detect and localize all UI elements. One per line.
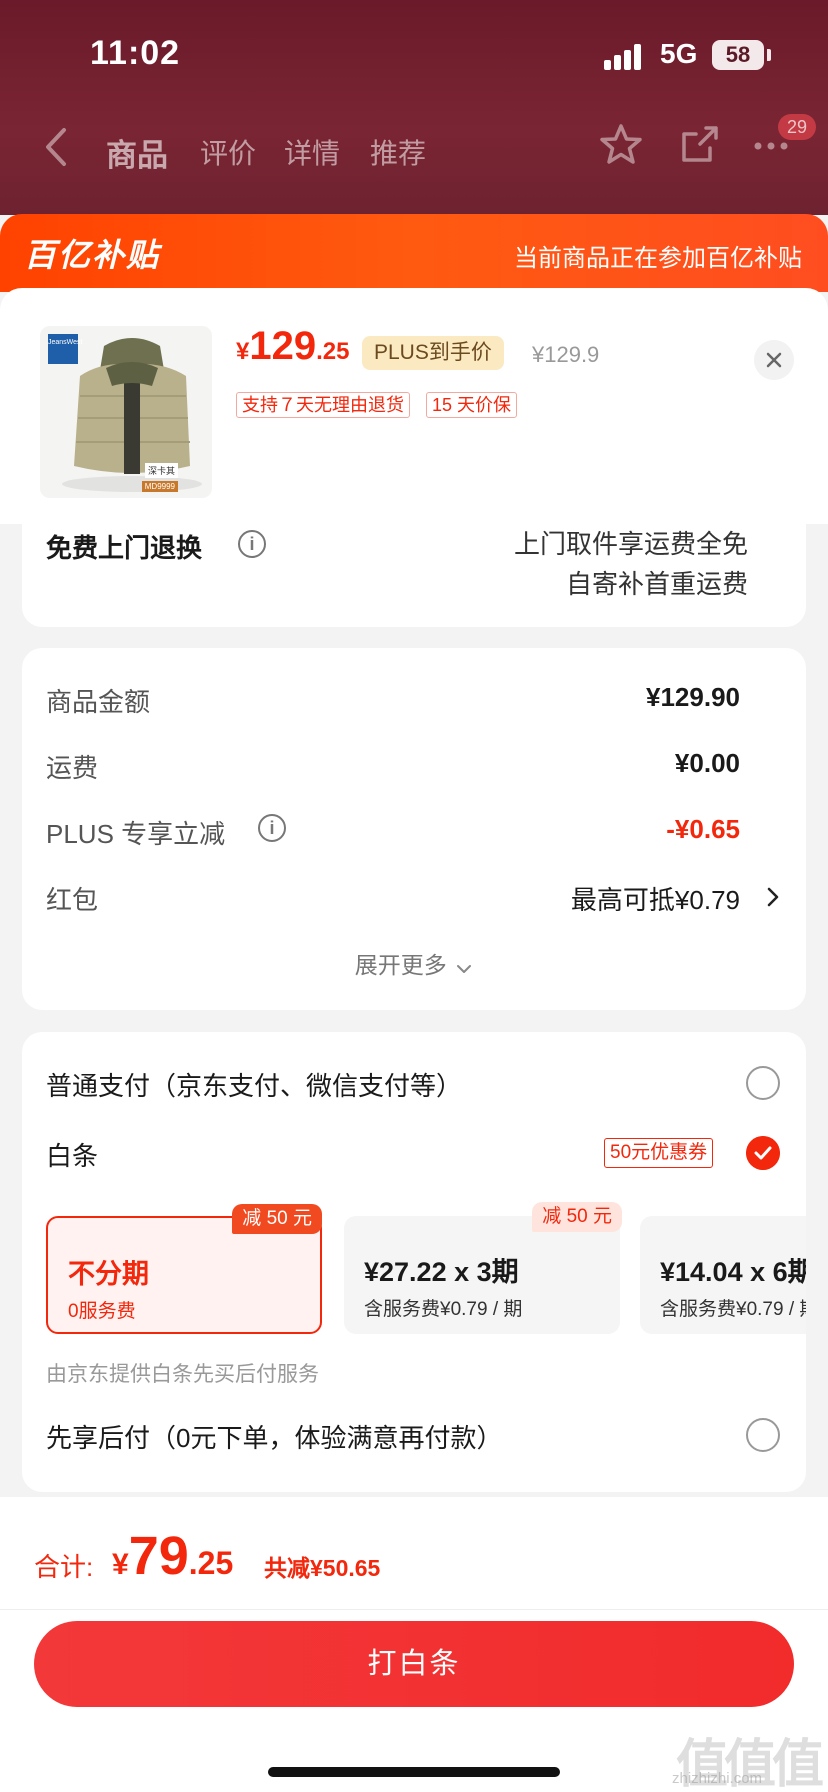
plan-6-installments[interactable]: ¥14.04 x 6期 含服务费¥0.79 / 期 bbox=[640, 1216, 806, 1334]
status-bar: 11:02 5G 58 bbox=[0, 0, 828, 110]
tab-details[interactable]: 详情 bbox=[284, 132, 340, 172]
brand-logo: JeansWest bbox=[48, 334, 83, 364]
plan-fee: 含服务费¥0.79 / 期 bbox=[660, 1299, 806, 1320]
chevron-right-icon[interactable] bbox=[764, 884, 782, 910]
status-time: 11:02 bbox=[90, 34, 181, 72]
baitiao-coupon-tag: 50元优惠券 bbox=[604, 1138, 714, 1168]
pay-later-radio[interactable] bbox=[746, 1418, 780, 1452]
total-discount: 共减¥50.65 bbox=[264, 1555, 381, 1581]
watermark-url: zhizhizhi.com bbox=[672, 1770, 763, 1787]
total-decimal: .25 bbox=[188, 1545, 234, 1581]
total-currency: ¥ bbox=[112, 1548, 129, 1581]
return-policy-tag: 支持７天无理由退货 bbox=[236, 392, 410, 418]
tab-reviews[interactable]: 评价 bbox=[200, 132, 256, 172]
plan-discount-badge: 减 50 元 bbox=[532, 1202, 622, 1232]
total-integer: 79 bbox=[128, 1526, 189, 1586]
chevron-down-icon bbox=[457, 964, 472, 973]
plan-fee: 含服务费¥0.79 / 期 bbox=[364, 1299, 523, 1320]
battery-tip bbox=[767, 49, 771, 61]
plan-title: ¥27.22 x 3期 bbox=[364, 1257, 519, 1287]
pay-later-label[interactable]: 先享后付（0元下单，体验满意再付款） bbox=[46, 1418, 502, 1455]
plan-discount-badge: 减 50 元 bbox=[232, 1204, 322, 1234]
return-service-label: 免费上门退换 bbox=[46, 533, 203, 563]
plus-discount-value: -¥0.65 bbox=[666, 814, 740, 844]
network-label: 5G bbox=[660, 38, 698, 69]
return-service-line2: 自寄补首重运费 bbox=[565, 569, 748, 599]
return-service-line1: 上门取件享运费全免 bbox=[513, 529, 748, 559]
share-icon[interactable] bbox=[676, 122, 722, 168]
plan-no-installment[interactable]: 减 50 元 不分期 0服务费 bbox=[46, 1204, 322, 1334]
image-color-label: 深卡其 bbox=[144, 463, 178, 478]
goods-amount-label: 商品金额 bbox=[46, 687, 151, 717]
normal-pay-radio[interactable] bbox=[746, 1066, 780, 1100]
price-currency: ¥ bbox=[236, 338, 250, 365]
tab-recommend[interactable]: 推荐 bbox=[370, 132, 426, 172]
info-icon[interactable]: i bbox=[258, 814, 286, 842]
provider-note: 由京东提供白条先买后付服务 bbox=[46, 1363, 319, 1386]
plan-fee: 0服务费 bbox=[68, 1301, 136, 1322]
image-code-label: MD9999 bbox=[141, 481, 178, 492]
close-icon[interactable] bbox=[754, 340, 794, 380]
goods-amount-value: ¥129.90 bbox=[646, 682, 740, 712]
home-indicator bbox=[268, 1767, 560, 1777]
shipping-label: 运费 bbox=[46, 753, 99, 783]
plan-title: ¥14.04 x 6期 bbox=[660, 1257, 806, 1287]
price-summary-card: 商品金额 ¥129.90 运费 ¥0.00 PLUS 专享立减 i -¥0.65… bbox=[22, 648, 806, 1010]
product-summary-card: JeansWest 深卡其 MD9999 ¥129.25 PLUS到手价 ¥12… bbox=[0, 288, 828, 524]
baitiao-label[interactable]: 白条 bbox=[46, 1136, 98, 1173]
info-icon[interactable]: i bbox=[238, 530, 266, 558]
total-label: 合计: bbox=[34, 1552, 94, 1582]
price-protect-tag: 15 天价保 bbox=[426, 392, 518, 418]
current-price: ¥129.25 bbox=[236, 324, 349, 369]
pay-baitiao-button[interactable]: 打白条 bbox=[34, 1621, 794, 1707]
red-packet-label: 红包 bbox=[46, 885, 99, 915]
page-backdrop: 11:02 5G 58 商品 评价 详情 推荐 29 bbox=[0, 0, 828, 215]
battery-icon: 58 bbox=[712, 40, 764, 70]
subsidy-logo: 百亿补贴 bbox=[24, 237, 161, 273]
subsidy-banner: 百亿补贴 当前商品正在参加百亿补贴 bbox=[0, 214, 828, 292]
signal-icon bbox=[604, 42, 648, 70]
product-navbar: 商品 评价 详情 推荐 29 bbox=[0, 110, 828, 190]
expand-more-button[interactable]: 展开更多 bbox=[22, 946, 806, 980]
plus-price-tag: PLUS到手价 bbox=[362, 336, 504, 370]
payment-method-card: 普通支付（京东支付、微信支付等） 白条 50元优惠券 减 50 元 不分期 0服… bbox=[22, 1032, 806, 1492]
product-image: JeansWest 深卡其 MD9999 bbox=[40, 326, 212, 498]
back-icon[interactable] bbox=[38, 124, 78, 170]
original-price: ¥129.9 bbox=[532, 342, 600, 367]
tab-product[interactable]: 商品 bbox=[106, 130, 168, 175]
favorite-star-icon[interactable] bbox=[598, 122, 644, 168]
baitiao-radio-checked-icon[interactable] bbox=[746, 1136, 780, 1170]
return-service-card: 免费上门退换 i 上门取件享运费全免 自寄补首重运费 bbox=[22, 524, 806, 627]
divider bbox=[0, 1609, 828, 1610]
expand-more-label: 展开更多 bbox=[354, 952, 447, 978]
plus-discount-label: PLUS 专享立减 bbox=[46, 819, 226, 849]
normal-pay-label[interactable]: 普通支付（京东支付、微信支付等） bbox=[46, 1066, 462, 1103]
price-integer: 129 bbox=[249, 324, 317, 368]
notification-badge: 29 bbox=[778, 114, 816, 140]
plan-3-installments[interactable]: 减 50 元 ¥27.22 x 3期 含服务费¥0.79 / 期 bbox=[344, 1202, 622, 1334]
plan-title: 不分期 bbox=[68, 1259, 149, 1289]
checkout-bar: 合计: ¥79.25 共减¥50.65 打白条 值值值 zhizhizhi.co… bbox=[0, 1497, 828, 1792]
red-packet-value[interactable]: 最高可抵¥0.79 bbox=[571, 880, 740, 917]
price-decimal: .25 bbox=[316, 338, 350, 365]
total-price: ¥79.25 bbox=[112, 1525, 233, 1587]
subsidy-banner-text: 当前商品正在参加百亿补贴 bbox=[514, 245, 802, 272]
shipping-value: ¥0.00 bbox=[674, 748, 740, 778]
